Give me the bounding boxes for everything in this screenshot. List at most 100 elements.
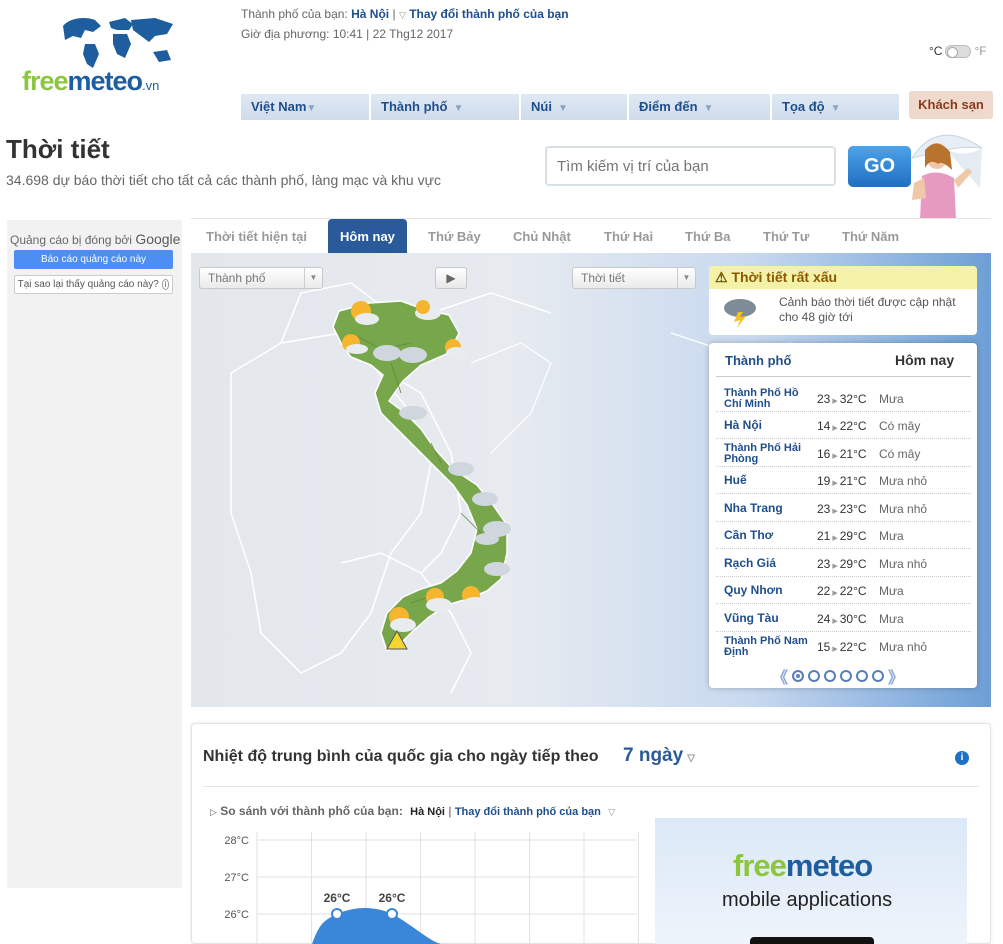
- umbrella-girl-illustration: [910, 134, 983, 220]
- chevron-down-icon: ▼: [453, 103, 464, 114]
- city-name[interactable]: Cần Thơ: [724, 522, 810, 549]
- temperature-chart: 28°C27°C26°C 26°C26°C25°C: [224, 832, 639, 944]
- city-name[interactable]: Rạch Giá: [724, 550, 810, 577]
- data-point: [386, 908, 398, 920]
- tab-today[interactable]: Hôm nay: [328, 219, 407, 260]
- tab-thursday[interactable]: Thứ Năm: [842, 219, 899, 254]
- page-subtitle: 34.698 dự báo thời tiết cho tất cả các t…: [6, 172, 441, 188]
- table-header-day: Hôm nay: [895, 352, 955, 368]
- local-time: Giờ địa phương: 10:41 | 22 Thg12 2017: [241, 27, 454, 41]
- city-select[interactable]: Thành phố ▼: [199, 267, 323, 289]
- chevron-down-icon: ▼: [557, 103, 568, 114]
- severe-weather-text: Cảnh báo thời tiết được cập nhật cho 48 …: [779, 295, 956, 324]
- google-label: Google: [135, 231, 181, 247]
- y-tick-label: 28°C: [224, 835, 249, 847]
- chevron-left-icon[interactable]: 《: [772, 664, 788, 688]
- chevron-right-icon[interactable]: 》: [888, 664, 904, 688]
- table-row[interactable]: Cần Thơ 21 ▶ 29°C Mưa: [716, 522, 971, 549]
- table-row[interactable]: Thành Phố Nam Định 15 ▶ 22°C Mưa nhỏ: [716, 633, 971, 660]
- day-tabs: Thời tiết hiện tại Hôm nay Thứ Bảy Chủ N…: [191, 218, 991, 260]
- freemeteo-logo[interactable]: freemeteo.vn: [22, 66, 159, 97]
- change-city-link[interactable]: Thay đổi thành phố của bạn: [409, 7, 568, 21]
- chevron-down-icon: ▼: [830, 103, 841, 114]
- table-pager: 《 》: [772, 664, 904, 688]
- app-store-button[interactable]: [750, 937, 874, 944]
- page-dot[interactable]: [824, 670, 837, 682]
- table-row[interactable]: Quy Nhơn 22 ▶ 22°C Mưa: [716, 577, 971, 604]
- unit-toggle[interactable]: °C °F: [929, 44, 987, 58]
- app-tagline: mobile applications: [722, 889, 893, 911]
- data-label: 26°C: [324, 891, 351, 905]
- weather-select[interactable]: Thời tiết ▼: [572, 267, 696, 289]
- your-city-label: Thành phố của bạn:: [241, 7, 348, 21]
- table-row[interactable]: Thành Phố Hải Phòng 16 ▶ 21°C Có mây: [716, 440, 971, 467]
- chevron-down-icon: ▽: [687, 753, 695, 764]
- table-row[interactable]: Hà Nội 14 ▶ 22°C Có mây: [716, 412, 971, 439]
- tab-sunday[interactable]: Chủ Nhật: [513, 219, 571, 254]
- separator: |: [392, 7, 396, 21]
- city-name[interactable]: Thành Phố Hải Phòng: [724, 440, 810, 467]
- city-name[interactable]: Thành Phố Nam Định: [724, 633, 810, 660]
- city-name[interactable]: Hà Nội: [724, 412, 810, 439]
- warning-icon: ⚠: [715, 269, 728, 285]
- fahrenheit-label: °F: [974, 44, 987, 58]
- your-city-value[interactable]: Hà Nội: [351, 7, 389, 21]
- tab-current[interactable]: Thời tiết hiện tại: [206, 219, 307, 254]
- info-icon[interactable]: i: [955, 751, 969, 765]
- chevron-down-icon: ▼: [304, 268, 322, 288]
- page-dot[interactable]: [808, 670, 821, 682]
- severe-weather-title[interactable]: ⚠ Thời tiết rất xấu: [709, 266, 977, 289]
- y-tick-label: 26°C: [224, 909, 249, 921]
- info-icon: i: [161, 279, 170, 290]
- y-tick-label: 27°C: [224, 872, 249, 884]
- search-input[interactable]: [545, 146, 836, 186]
- nav-vietnam[interactable]: Việt Nam▼: [241, 94, 371, 120]
- compare-line: ▷ So sánh với thành phố của bạn: Hà Nội …: [210, 804, 616, 818]
- page-dot[interactable]: [856, 670, 869, 682]
- ad-panel: [7, 220, 182, 888]
- page-title: Thời tiết: [6, 134, 110, 164]
- city-name[interactable]: Huế: [724, 467, 810, 494]
- chevron-down-icon: ▽: [398, 10, 406, 20]
- your-city-line: Thành phố của bạn: Hà Nội | ▽ Thay đổi t…: [241, 7, 569, 21]
- chevron-down-icon: ▽: [608, 807, 616, 817]
- national-temperature-title: Nhiệt độ trung bình của quốc gia cho ngà…: [203, 748, 599, 765]
- compare-city: Hà Nội: [410, 806, 445, 818]
- tab-tuesday[interactable]: Thứ Ba: [685, 219, 731, 254]
- table-row[interactable]: Vũng Tàu 24 ▶ 30°C Mưa: [716, 605, 971, 632]
- tab-monday[interactable]: Thứ Hai: [604, 219, 653, 254]
- nav-mountains[interactable]: Núi ▼: [521, 94, 629, 120]
- page-dot[interactable]: [792, 670, 805, 682]
- chevron-down-icon: ▼: [306, 103, 317, 114]
- data-point: [331, 908, 343, 920]
- table-row[interactable]: Nha Trang 23 ▶ 23°C Mưa nhỏ: [716, 495, 971, 522]
- play-icon[interactable]: ▶: [435, 267, 467, 289]
- divider: [716, 376, 971, 377]
- table-row[interactable]: Thành Phố Hồ Chí Minh 23 ▶ 32°C Mưa: [716, 385, 971, 412]
- table-row[interactable]: Rạch Giá 23 ▶ 29°C Mưa nhỏ: [716, 550, 971, 577]
- chevron-down-icon: ▼: [677, 268, 695, 288]
- ad-closed-notice: Quảng cáo bị đóng bởi Google: [10, 231, 181, 247]
- city-name[interactable]: Thành Phố Hồ Chí Minh: [724, 385, 810, 412]
- page-dot[interactable]: [872, 670, 885, 682]
- table-row[interactable]: Huế 19 ▶ 21°C Mưa nhỏ: [716, 467, 971, 494]
- tab-wednesday[interactable]: Thứ Tư: [763, 219, 809, 254]
- nav-destinations[interactable]: Điểm đến ▼: [629, 94, 772, 120]
- hotels-button[interactable]: Khách sạn: [909, 91, 993, 119]
- why-this-ad-button[interactable]: Tại sao lại thấy quảng cáo này? i: [14, 275, 173, 294]
- nav-coordinates[interactable]: Tọa độ ▼: [772, 94, 899, 120]
- divider: [203, 786, 979, 787]
- city-name[interactable]: Nha Trang: [724, 495, 810, 522]
- data-label: 26°C: [379, 891, 406, 905]
- nav-cities[interactable]: Thành phố ▼: [371, 94, 521, 120]
- tab-saturday[interactable]: Thứ Bảy: [428, 219, 481, 254]
- city-name[interactable]: Quy Nhơn: [724, 577, 810, 604]
- caret-right-icon: ▷: [210, 807, 217, 817]
- change-city-link[interactable]: Thay đổi thành phố của bạn: [455, 806, 601, 818]
- unit-switch[interactable]: [945, 44, 972, 58]
- page-dot[interactable]: [840, 670, 853, 682]
- city-name[interactable]: Vũng Tàu: [724, 605, 810, 632]
- days-selector[interactable]: 7 ngày ▽: [623, 745, 695, 767]
- chevron-down-icon: ▼: [703, 103, 714, 114]
- report-ad-button[interactable]: Báo cáo quảng cáo này: [14, 250, 173, 269]
